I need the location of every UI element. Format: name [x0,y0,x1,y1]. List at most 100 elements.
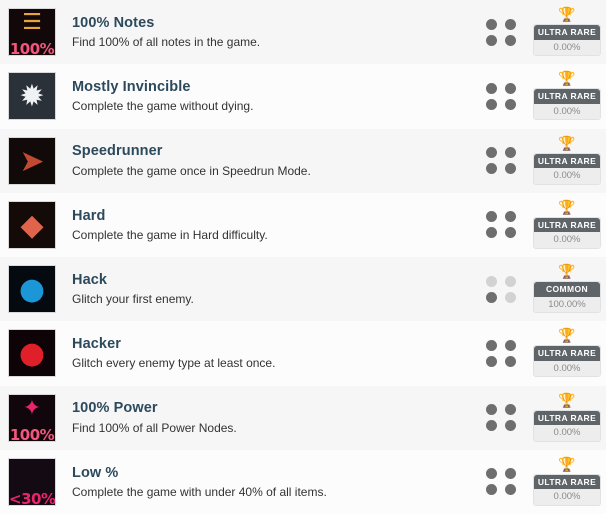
progress-dot [505,227,516,239]
achievement-description: Find 100% of all Power Nodes. [72,420,237,435]
rarity-percent: 0.00% [534,39,600,56]
rarity-label: ULTRA RARE [534,410,600,426]
rarity-label: COMMON [534,282,600,297]
achievement-text: Low % Complete the game with under 40% of… [56,464,484,500]
progress-dot [486,211,497,223]
achievement-icon-glyph: ● [18,272,46,308]
achievement-text: 100% Power Find 100% of all Power Nodes. [56,399,484,435]
trophy-icon: 🏆 [558,71,576,88]
rarity-label: ULTRA RARE [534,25,600,40]
achievement-text: Hard Complete the game in Hard difficulty… [56,207,484,243]
achievement-row[interactable]: <30% Low % Complete the game with under 40… [0,449,606,514]
progress-dot [505,291,516,303]
rarity-badge[interactable]: ULTRA RARE 0.00% [533,88,601,121]
rarity-badge[interactable]: ULTRA RARE 0.00% [533,24,601,57]
progress-dot [505,98,516,110]
achievement-text: 100% Notes Find 100% of all notes in the … [56,14,484,50]
progress-dot [505,468,516,480]
progress-dot [505,484,516,496]
progress-dot [486,98,497,110]
rarity-badge[interactable]: COMMON 100.00% [533,281,601,314]
progress-dot [486,227,497,239]
progress-dot [505,339,516,351]
achievement-icon-art: ◆ [9,202,55,248]
progress-dot [486,404,497,416]
progress-dot [486,339,497,351]
running-character-icon[interactable]: ➤ [8,136,56,185]
progress-dot [486,291,497,303]
achievement-icon-art: ✦ 100% [9,395,55,441]
achievement-title[interactable]: Hacker [72,335,484,353]
trophy-icon: 🏆 [558,135,576,152]
rarity-badge[interactable]: ULTRA RARE 0.00% [533,216,601,249]
achievement-title[interactable]: Hack [72,271,484,289]
progress-dot [505,211,516,223]
achievement-icon-art: ➤ [9,138,55,184]
achievement-row[interactable]: ● Hacker Glitch every enemy type at least … [0,321,606,386]
achievement-row[interactable]: ● Hack Glitch your first enemy. 🏆 COMMON 100.… [0,257,606,322]
progress-dots-icon [484,82,518,110]
achievement-title[interactable]: 100% Notes [72,14,484,32]
rarity-percent: 0.00% [534,425,600,441]
progress-dot [505,18,516,30]
achievement-row[interactable]: ✹ Mostly Invincible Complete the game with… [0,64,606,129]
achievement-description: Complete the game in Hard difficulty. [72,227,268,242]
progress-dots-icon [484,339,518,367]
rarity-label: ULTRA RARE [534,474,600,490]
achievement-description: Complete the game once in Speedrun Mode. [72,163,311,178]
achievement-title[interactable]: Speedrunner [72,142,484,160]
progress-dot [486,82,497,94]
achievement-description: Complete the game without dying. [72,99,254,114]
achievement-title[interactable]: Mostly Invincible [72,78,484,96]
creature-boss-icon[interactable]: ◆ [8,200,56,249]
rarity-percent: 0.00% [534,232,600,248]
achievement-title[interactable]: Hard [72,207,484,225]
rarity-column: 🏆 COMMON 100.00% [532,265,602,314]
achievement-row[interactable]: ◆ Hard Complete the game in Hard difficult… [0,192,606,257]
progress-dot [505,355,516,367]
achievement-row[interactable]: ➤ Speedrunner Complete the game once in Sp… [0,128,606,193]
rarity-label: ULTRA RARE [534,153,600,169]
progress-dot [505,34,516,46]
progress-dot [505,275,516,287]
rarity-badge[interactable]: ULTRA RARE 0.00% [533,345,601,378]
rarity-column: 🏆 ULTRA RARE 0.00% [532,201,602,249]
progress-dots-icon [484,275,518,303]
achievement-text: Speedrunner Complete the game once in Spe… [56,142,484,178]
power-node-icon[interactable]: ✦ 100% [8,393,56,442]
rarity-badge[interactable]: ULTRA RARE 0.00% [533,152,601,185]
scroll-notes-icon[interactable]: ☰ 100% [8,8,56,57]
trophy-icon: 🏆 [558,456,576,473]
achievement-icon-art: <30% [9,459,55,505]
rarity-column: 🏆 ULTRA RARE 0.00% [532,8,602,57]
rarity-badge[interactable]: ULTRA RARE 0.00% [533,473,601,506]
achievement-icon-art: ☰ 100% [9,9,55,55]
achievement-list: ☰ 100% 100% Notes Find 100% of all notes in… [0,0,606,514]
achievement-icon-glyph: ● [18,336,46,372]
blue-enemy-orb-icon[interactable]: ● [8,265,56,314]
progress-dot [486,163,497,175]
progress-dot [486,18,497,30]
low-percent-icon[interactable]: <30% [8,457,56,506]
achievement-title[interactable]: 100% Power [72,399,484,417]
rarity-percent: 100.00% [534,296,600,313]
progress-dot [486,147,497,159]
achievement-title[interactable]: Low % [72,464,484,482]
achievement-row[interactable]: ☰ 100% 100% Notes Find 100% of all notes in… [0,0,606,65]
explosion-burst-icon[interactable]: ✹ [8,72,56,121]
achievement-icon-glyph: ✦ [22,395,42,421]
progress-dots-icon [484,147,518,175]
achievement-text: Hack Glitch your first enemy. [56,271,484,307]
progress-dots-icon [484,468,518,496]
rarity-label: ULTRA RARE [534,217,600,233]
rarity-badge[interactable]: ULTRA RARE 0.00% [533,409,601,442]
progress-dot [486,355,497,367]
red-enemy-orb-icon[interactable]: ● [8,329,56,378]
rarity-column: 🏆 ULTRA RARE 0.00% [532,458,602,506]
achievement-description: Find 100% of all notes in the game. [72,35,261,50]
achievement-icon-glyph: ✹ [19,79,45,115]
rarity-label: ULTRA RARE [534,89,600,104]
achievement-row[interactable]: ✦ 100% 100% Power Find 100% of all Power No… [0,385,606,450]
progress-dots-icon [484,18,518,46]
progress-dots-icon [484,211,518,239]
